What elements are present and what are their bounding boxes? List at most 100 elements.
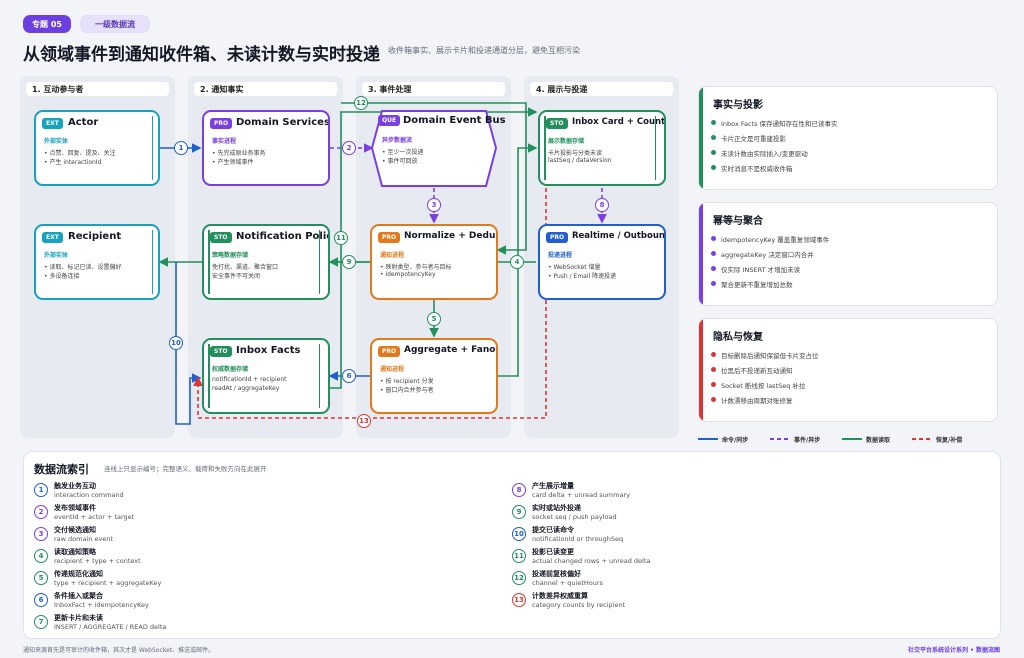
panel-item: 计数漂移由周期对账修复 xyxy=(721,397,793,405)
node-tag: PRO xyxy=(546,232,569,243)
node-realtime[interactable]: PRO Realtime / Outbound 投递进程 • WebSocket… xyxy=(538,224,666,300)
node-title: Domain Services xyxy=(236,117,330,128)
index-num: 9 xyxy=(512,505,526,519)
node-line: • 读取、标记已读、设置偏好 xyxy=(44,264,122,271)
index-entry-desc: socket seq / push payload xyxy=(532,513,617,521)
index-entry-desc: INSERT / AGGREGATE / READ delta xyxy=(54,623,167,631)
index-num: 3 xyxy=(34,527,48,541)
index-entry-3: 3 交付候选通知 raw domain event xyxy=(34,525,434,547)
node-line: • 按 recipient 分发 xyxy=(380,378,434,385)
node-bar xyxy=(151,116,153,180)
node-bar xyxy=(318,230,320,294)
index-entry-title: 提交已读命令 xyxy=(532,526,574,534)
bullet xyxy=(711,281,716,286)
node-title: Realtime / Outbound xyxy=(572,231,666,241)
node-subtitle: 策略数据存储 xyxy=(212,252,249,259)
flow-badge-10: 10 xyxy=(169,336,183,350)
flow-badge-2: 2 xyxy=(342,141,356,155)
node-subtitle: 通知进程 xyxy=(380,366,405,373)
index-num: 12 xyxy=(512,571,526,585)
panel-title: 幂等与聚合 xyxy=(713,216,763,227)
node-subtitle: 通知进程 xyxy=(380,252,405,259)
node-tag: STO xyxy=(210,232,232,243)
panel-item: Inbox Facts 保存通知存在性和已读事实 xyxy=(721,120,838,128)
index-entry-9: 9 实时或站外投递 socket seq / push payload xyxy=(512,503,912,525)
node-bar xyxy=(151,230,153,294)
node-inbox-card[interactable]: STO Inbox Card + Counter 展示数据存储 卡片投影与分类未… xyxy=(538,110,666,186)
node-subtitle: 展示数据存储 xyxy=(548,138,585,145)
side-panel-privacy: 隐私与恢复 目标删除后通知保留但卡片变占位 拉黑后不投递新互动通知 Socket… xyxy=(698,318,998,422)
panel-stripe xyxy=(699,319,703,421)
index-entry-8: 8 产生展示增量 card delta + unread summary xyxy=(512,481,912,503)
panel-item: 卡片正文是可重建投影 xyxy=(721,135,786,143)
legend-async: 事件/异步 xyxy=(794,437,821,444)
index-entry-title: 发布领域事件 xyxy=(54,504,96,512)
node-line: • 先完成原业务事务 xyxy=(212,150,266,157)
flow-badge-3: 3 xyxy=(427,198,441,212)
node-inbox-facts[interactable]: STO Inbox Facts 权威数据存储 notificationId + … xyxy=(202,338,330,414)
index-num: 1 xyxy=(34,483,48,497)
node-tag: EXT xyxy=(42,232,63,243)
node-notification-policy[interactable]: STO Notification Policy 策略数据存储 免打扰、渠道、聚合… xyxy=(202,224,330,300)
node-line: • 产生 interactionId xyxy=(44,159,102,166)
node-domain-services[interactable]: PRO Domain Services 事实进程 • 先完成原业务事务 • 产生… xyxy=(202,110,330,186)
panel-item: idempotencyKey 覆盖重复领域事件 xyxy=(721,236,830,244)
legend-recovery: 恢复/补偿 xyxy=(936,437,963,444)
node-title: Normalize + Dedup xyxy=(404,231,498,241)
panel-title: 事实与投影 xyxy=(713,100,763,111)
index-entry-desc: raw domain event xyxy=(54,535,113,543)
bullet xyxy=(711,165,716,170)
node-line: • 产生领域事件 xyxy=(212,159,254,166)
node-line: notificationId + recipient xyxy=(212,376,287,383)
node-line: 免打扰、渠道、聚合窗口 xyxy=(212,264,279,271)
panel-item: 目标删除后通知保留但卡片变占位 xyxy=(721,352,819,360)
node-line: • 点赞、回复、提及、关注 xyxy=(44,150,116,157)
node-aggregate[interactable]: PRO Aggregate + Fanout 通知进程 • 按 recipien… xyxy=(370,338,498,414)
panel-item: aggregateKey 决定窗口内合并 xyxy=(721,251,814,259)
node-line: • 映射类型、参与者与目标 xyxy=(380,264,452,271)
index-title: 数据流索引 xyxy=(34,463,89,476)
flow-badge-8: 8 xyxy=(595,198,609,212)
node-event-bus[interactable]: QUE Domain Event Bus 异步数据流 • 至少一次投递 • 事件… xyxy=(370,109,506,188)
flow-badge-4: 4 xyxy=(510,255,524,269)
index-entry-title: 更新卡片和未读 xyxy=(54,614,103,622)
node-title: Inbox Facts xyxy=(236,345,301,356)
node-title: Actor xyxy=(68,117,99,128)
node-title: Aggregate + Fanout xyxy=(404,345,498,355)
index-num: 8 xyxy=(512,483,526,497)
node-tag: PRO xyxy=(378,346,401,357)
node-line: • 事件可回放 xyxy=(382,158,418,165)
panel-stripe xyxy=(699,87,703,189)
index-entry-2: 2 发布领域事件 eventId + actor + target xyxy=(34,503,434,525)
flow-badge-13: 13 xyxy=(357,414,371,428)
index-num: 6 xyxy=(34,593,48,607)
node-recipient[interactable]: EXT Recipient 外部实体 • 读取、标记已读、设置偏好 • 多设备连… xyxy=(34,224,160,300)
node-tag: PRO xyxy=(378,232,401,243)
node-actor[interactable]: EXT Actor 外部实体 • 点赞、回复、提及、关注 • 产生 intera… xyxy=(34,110,160,186)
node-subtitle: 事实进程 xyxy=(212,138,237,145)
index-num: 7 xyxy=(34,615,48,629)
index-entry-1: 1 触发业务互动 interaction command xyxy=(34,481,434,503)
index-num: 4 xyxy=(34,549,48,563)
flow-badge-5: 5 xyxy=(427,312,441,326)
node-title: Domain Event Bus xyxy=(403,115,506,126)
panel-item: 仅实际 INSERT 才增加未读 xyxy=(721,266,801,274)
node-subtitle: 投递进程 xyxy=(548,252,573,259)
bullet xyxy=(711,150,716,155)
panel-item: Socket 断线按 lastSeq 补拉 xyxy=(721,382,806,390)
index-entry-title: 投递前复核偏好 xyxy=(532,570,581,578)
side-panel-idempotency: 幂等与聚合 idempotencyKey 覆盖重复领域事件 aggregateK… xyxy=(698,202,998,306)
panel-item: 拉黑后不投递新互动通知 xyxy=(721,367,793,375)
node-line: readAt / aggregateKey xyxy=(212,385,280,392)
flow-badge-6: 6 xyxy=(342,369,356,383)
index-entry-5: 5 传递规范化通知 type + recipient + aggregateKe… xyxy=(34,569,434,591)
index-num: 10 xyxy=(512,527,526,541)
node-line: • 窗口内合并参与者 xyxy=(380,387,434,394)
legend-read: 数据读取 xyxy=(866,437,891,444)
index-entry-desc: actual changed rows + unread delta xyxy=(532,557,651,565)
panel-item: 未读计数由实际插入/变更驱动 xyxy=(721,150,808,158)
index-entry-7: 7 更新卡片和未读 INSERT / AGGREGATE / READ delt… xyxy=(34,613,434,635)
node-tag: PRO xyxy=(210,118,233,129)
node-tag: EXT xyxy=(42,118,63,129)
node-normalize[interactable]: PRO Normalize + Dedup 通知进程 • 映射类型、参与者与目标… xyxy=(370,224,498,300)
